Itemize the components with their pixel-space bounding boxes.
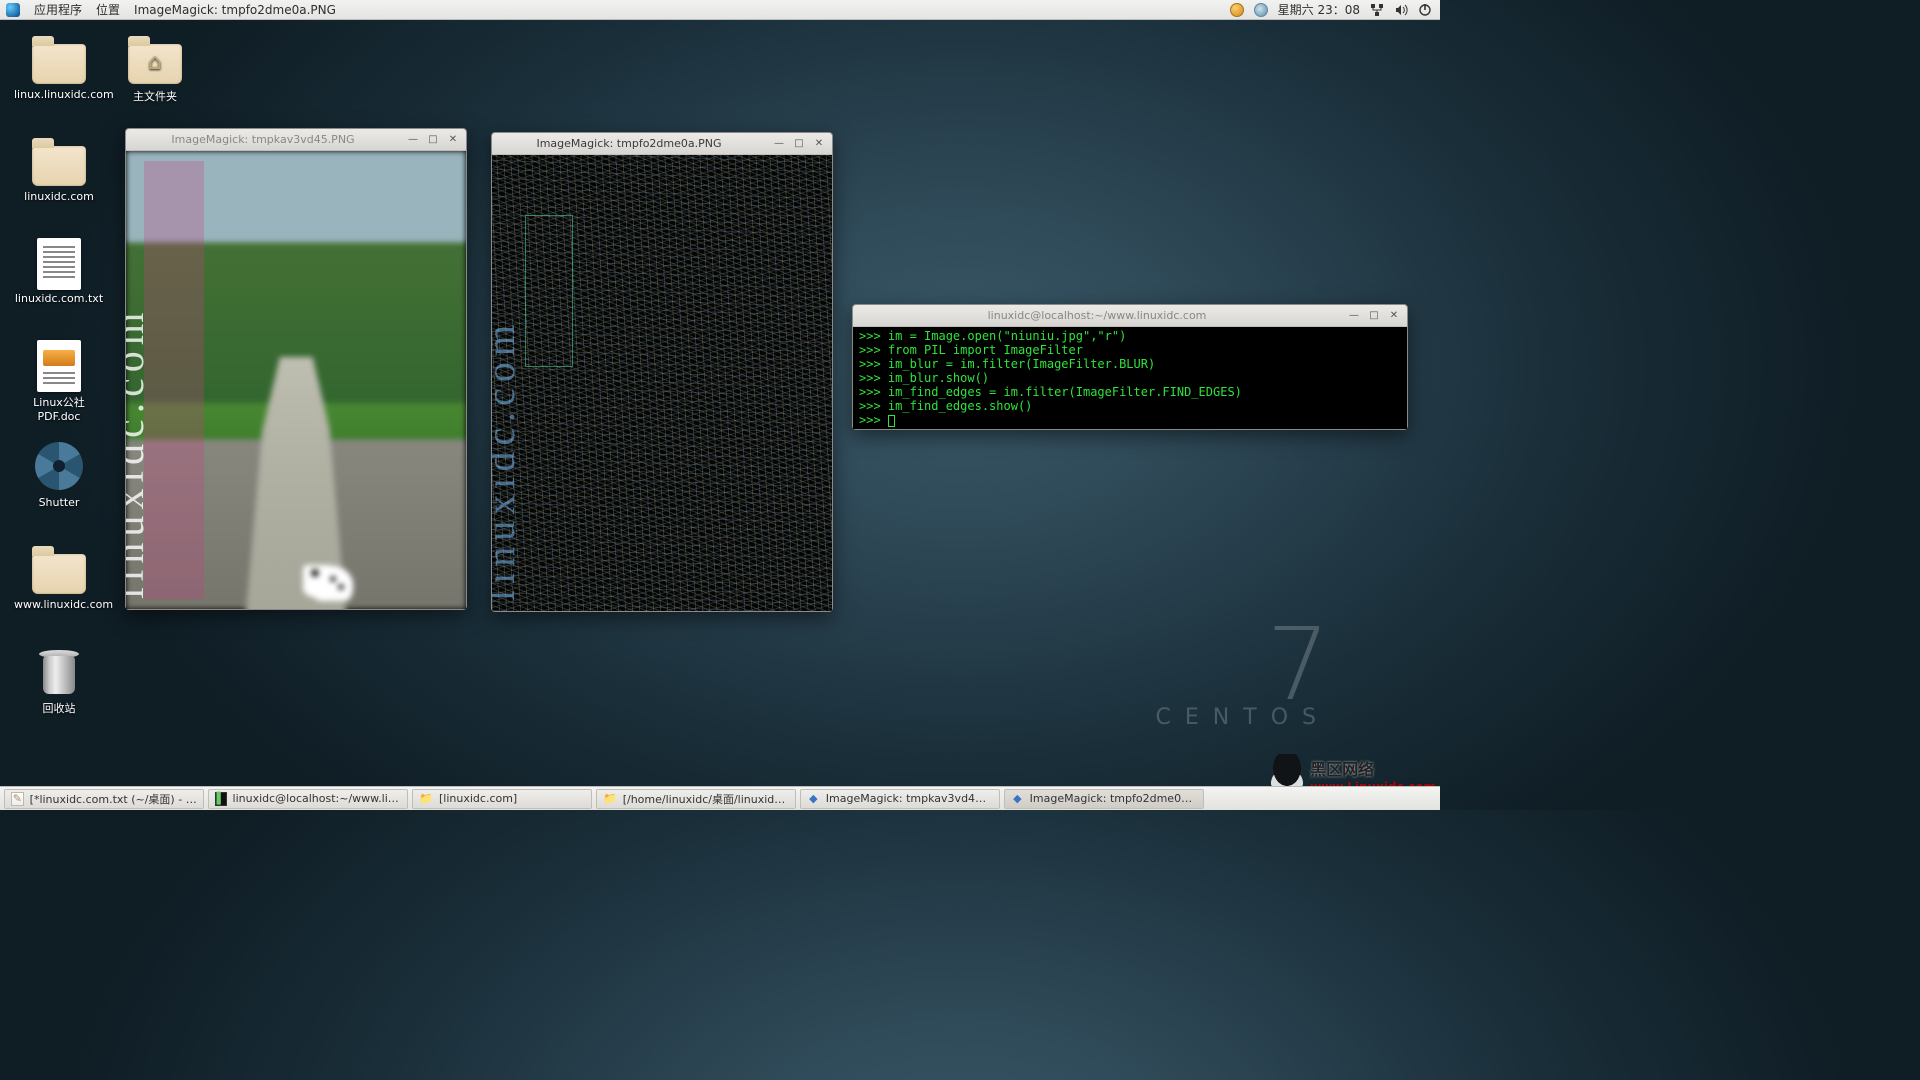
tray-app-icon[interactable] [1254,3,1268,17]
icon-label: Shutter [14,496,104,509]
terminal-icon: ▌ [215,792,227,806]
desktop-icon-linux-linuxidc[interactable]: linux.linuxidc.com [14,34,104,101]
taskbar-item-imagemagick-1[interactable]: ◆ ImageMagick: tmpkav3vd45.PNG [800,789,1000,809]
close-button[interactable]: ✕ [810,137,828,151]
desktop-icon-www-linuxidc[interactable]: www.linuxidc.com [14,544,104,611]
centos-version: 7 [1156,625,1330,705]
desktop-icon-trash[interactable]: 回收站 [14,646,104,716]
menu-applications[interactable]: 应用程序 [34,1,82,18]
taskbar-item-files-1[interactable]: 📁 [linuxidc.com] [412,789,592,809]
taskbar-item-gedit[interactable]: ✎ [*linuxidc.com.txt (~/桌面) - gedit] [4,789,204,809]
image-viewport: linuxidc.com [126,151,466,609]
desktop-icon-shutter[interactable]: Shutter [14,442,104,509]
menu-places[interactable]: 位置 [96,1,120,18]
icon-label: 主文件夹 [110,88,200,104]
tray-power-icon[interactable] [1418,3,1432,17]
taskbar-label: ImageMagick: tmpkav3vd45.PNG [826,792,993,805]
minimize-button[interactable]: — [1345,309,1363,323]
taskbar-item-imagemagick-2[interactable]: ◆ ImageMagick: tmpfo2dme0a.PNG [1004,789,1204,809]
folder-icon: 📁 [603,792,617,806]
terminal-output[interactable]: >>> im = Image.open("niuniu.jpg","r") >>… [853,327,1407,429]
taskbar-label: [/home/linuxidc/桌面/linuxidc.com/… [623,791,789,807]
icon-label: www.linuxidc.com [14,598,104,611]
taskbar: ✎ [*linuxidc.com.txt (~/桌面) - gedit] ▌ l… [0,786,1440,810]
tray-network-icon[interactable] [1370,3,1384,17]
centos-brand: 7 CENTOS [1156,625,1330,730]
watermark-text: linuxidc.com [492,319,524,601]
window-terminal[interactable]: linuxidc@localhost:~/www.linuxidc.com — … [852,304,1408,430]
desktop-icon-linuxidc[interactable]: linuxidc.com [14,136,104,203]
taskbar-label: ImageMagick: tmpfo2dme0a.PNG [1030,792,1197,805]
menu-active-window: ImageMagick: tmpfo2dme0a.PNG [134,3,336,17]
gedit-icon: ✎ [11,792,24,806]
terminal-cursor [888,415,895,427]
watermark-text: linuxidc.com [126,307,154,599]
imagemagick-icon: ◆ [807,792,820,806]
icon-label: linuxidc.com [14,190,104,203]
menu-logo-icon [6,3,20,17]
icon-label: 回收站 [14,700,104,716]
window-imagemagick-blur[interactable]: ImageMagick: tmpkav3vd45.PNG — □ ✕ linux… [125,128,467,610]
maximize-button[interactable]: □ [1365,309,1383,323]
taskbar-item-terminal[interactable]: ▌ linuxidc@localhost:~/www.linuxidc.c… [208,789,408,809]
maximize-button[interactable]: □ [424,133,442,147]
window-title: linuxidc@localhost:~/www.linuxidc.com [853,309,1341,322]
centos-word: CENTOS [1156,705,1330,730]
desktop-icon-pdfdoc[interactable]: Linux公社PDF.doc [14,340,104,423]
window-imagemagick-edges[interactable]: ImageMagick: tmpfo2dme0a.PNG — □ ✕ linux… [491,132,833,612]
image-viewport: linuxidc.com [492,155,832,611]
folder-icon: 📁 [419,792,433,806]
taskbar-label: [linuxidc.com] [439,792,517,805]
close-button[interactable]: ✕ [444,133,462,147]
maximize-button[interactable]: □ [790,137,808,151]
taskbar-label: [*linuxidc.com.txt (~/桌面) - gedit] [30,791,197,807]
window-title: ImageMagick: tmpfo2dme0a.PNG [492,137,766,150]
taskbar-label: linuxidc@localhost:~/www.linuxidc.c… [233,792,401,805]
tray-volume-icon[interactable] [1394,3,1408,17]
minimize-button[interactable]: — [770,137,788,151]
desktop-icon-home[interactable]: 主文件夹 [110,34,200,104]
titlebar[interactable]: ImageMagick: tmpkav3vd45.PNG — □ ✕ [126,129,466,151]
tray-datetime[interactable]: 星期六 23：08 [1278,1,1360,18]
taskbar-item-files-2[interactable]: 📁 [/home/linuxidc/桌面/linuxidc.com/… [596,789,796,809]
minimize-button[interactable]: — [404,133,422,147]
imagemagick-icon: ◆ [1011,792,1024,806]
tray-update-icon[interactable] [1230,3,1244,17]
titlebar[interactable]: ImageMagick: tmpfo2dme0a.PNG — □ ✕ [492,133,832,155]
window-title: ImageMagick: tmpkav3vd45.PNG [126,133,400,146]
icon-label: linuxidc.com.txt [14,292,104,305]
desktop-icon-txt[interactable]: linuxidc.com.txt [14,238,104,305]
top-menubar: 应用程序 位置 ImageMagick: tmpfo2dme0a.PNG 星期六… [0,0,1440,20]
icon-label: Linux公社PDF.doc [14,394,104,423]
close-button[interactable]: ✕ [1385,309,1403,323]
titlebar[interactable]: linuxidc@localhost:~/www.linuxidc.com — … [853,305,1407,327]
watermark-zh: 黑区网络 [1310,756,1436,780]
icon-label: linux.linuxidc.com [14,88,104,101]
